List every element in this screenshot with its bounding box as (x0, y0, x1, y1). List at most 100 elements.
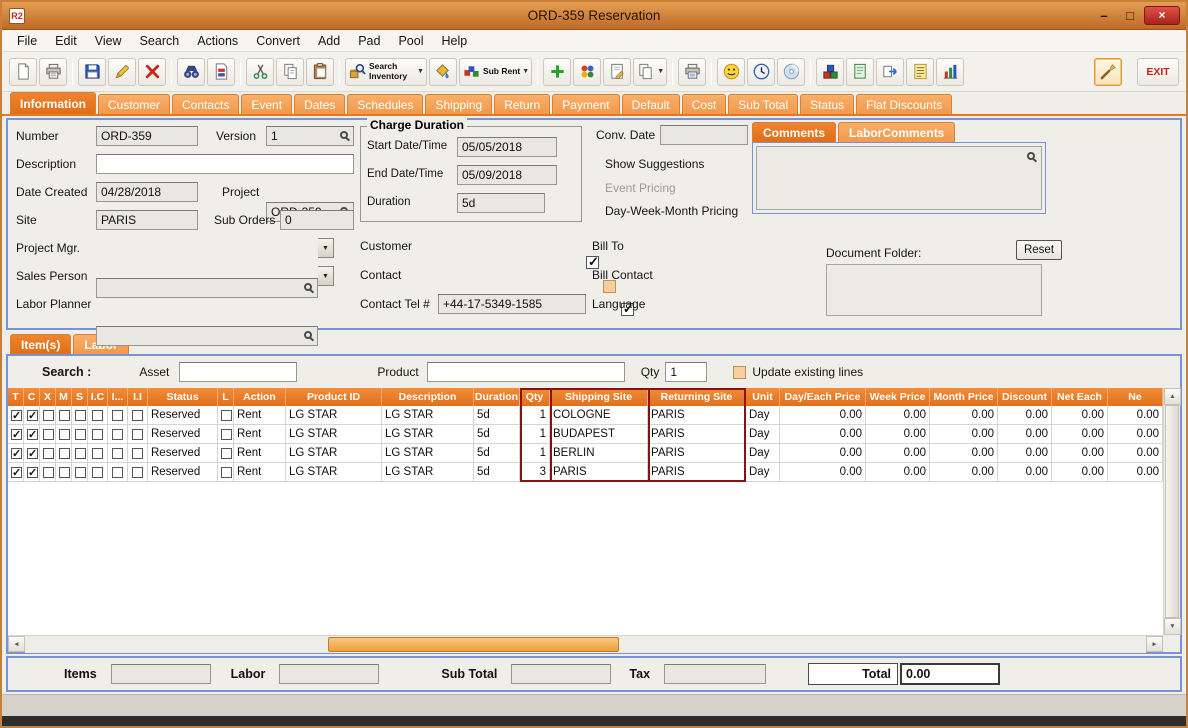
tab-status[interactable]: Status (800, 94, 854, 114)
smiley-face-button[interactable] (717, 58, 745, 86)
search-icon[interactable] (304, 283, 312, 291)
row-checkbox[interactable] (112, 429, 123, 440)
column-header-day-each-price[interactable]: Day/Each Price (780, 388, 866, 406)
column-header-action[interactable]: Action (234, 388, 286, 406)
row-checkbox[interactable] (43, 467, 54, 478)
row-checkbox[interactable] (132, 467, 143, 478)
column-header-ne[interactable]: Ne (1108, 388, 1163, 406)
end-date-field[interactable]: 05/09/2018 (457, 165, 557, 185)
start-date-field[interactable]: 05/05/2018 (457, 137, 557, 157)
search-icon[interactable] (1027, 152, 1035, 160)
column-header-status[interactable]: Status (148, 388, 218, 406)
product-input[interactable] (427, 362, 625, 382)
row-checkbox[interactable] (27, 467, 38, 478)
vertical-scrollbar[interactable]: ▲ ▼ (1163, 388, 1180, 635)
row-checkbox[interactable] (112, 410, 123, 421)
menu-file[interactable]: File (8, 34, 46, 48)
row-checkbox[interactable] (43, 448, 54, 459)
menu-view[interactable]: View (86, 34, 131, 48)
row-checkbox[interactable] (92, 467, 103, 478)
row-checkbox[interactable] (221, 410, 232, 421)
qty-input[interactable]: 1 (665, 362, 707, 382)
close-button[interactable]: × (1144, 6, 1180, 25)
clock-button[interactable] (747, 58, 775, 86)
menu-pad[interactable]: Pad (349, 34, 389, 48)
media-disc-button[interactable] (777, 58, 805, 86)
horizontal-scrollbar[interactable]: ◄ ► (8, 635, 1163, 652)
print-button[interactable] (39, 58, 67, 86)
row-checkbox[interactable] (59, 467, 70, 478)
item-pool-button[interactable] (573, 58, 601, 86)
column-header-qty[interactable]: Qty (520, 388, 550, 406)
row-checkbox[interactable] (43, 410, 54, 421)
menu-search[interactable]: Search (131, 34, 189, 48)
tab-payment[interactable]: Payment (552, 94, 619, 114)
tab-default[interactable]: Default (622, 94, 680, 114)
row-checkbox[interactable] (59, 410, 70, 421)
scroll-up-arrow[interactable]: ▲ (1164, 388, 1181, 405)
vertical-scroll-track[interactable] (1164, 405, 1180, 618)
column-header-description[interactable]: Description (382, 388, 474, 406)
sub-rent-button[interactable]: Sub Rent▼ (459, 58, 532, 86)
table-row[interactable]: ReservedRentLG STARLG STAR5d1COLOGNEPARI… (8, 406, 1163, 425)
menu-help[interactable]: Help (433, 34, 477, 48)
conv-date-field[interactable] (660, 125, 748, 145)
table-row[interactable]: ReservedRentLG STARLG STAR5d1BERLINPARIS… (8, 444, 1163, 463)
new-document-button[interactable] (9, 58, 37, 86)
column-header-month-price[interactable]: Month Price (930, 388, 998, 406)
document-folder-box[interactable] (826, 264, 1042, 316)
row-checkbox[interactable] (92, 429, 103, 440)
row-checkbox[interactable] (221, 467, 232, 478)
reset-button[interactable]: Reset (1016, 240, 1062, 260)
row-checkbox[interactable] (221, 448, 232, 459)
script-list-button[interactable] (906, 58, 934, 86)
print-forms-button[interactable] (678, 58, 706, 86)
export-arrow-button[interactable] (876, 58, 904, 86)
update-existing-lines-checkbox[interactable] (733, 366, 746, 379)
tab-schedules[interactable]: Schedules (347, 94, 423, 114)
column-header-returning-site[interactable]: Returning Site (648, 388, 746, 406)
delete-button[interactable] (138, 58, 166, 86)
tab-cost[interactable]: Cost (682, 94, 727, 114)
column-header-s[interactable]: S (72, 388, 88, 406)
number-field[interactable]: ORD-359 (96, 126, 198, 146)
row-checkbox[interactable] (43, 429, 54, 440)
duration-field[interactable]: 5d (457, 193, 545, 213)
row-checkbox[interactable] (75, 410, 86, 421)
row-checkbox[interactable] (92, 410, 103, 421)
column-header-i[interactable]: I... (108, 388, 128, 406)
maximize-button[interactable]: □ (1118, 8, 1142, 23)
dropdown-arrow-icon[interactable]: ▼ (417, 68, 424, 75)
dropdown-arrow-icon[interactable]: ▼ (522, 68, 529, 75)
tab-event[interactable]: Event (241, 94, 292, 114)
site-field[interactable]: PARIS (96, 210, 198, 230)
row-checkbox[interactable] (27, 410, 38, 421)
row-checkbox[interactable] (11, 429, 22, 440)
cut-button[interactable] (246, 58, 274, 86)
dropdown-arrow-icon[interactable]: ▼ (657, 68, 664, 75)
scroll-left-arrow[interactable]: ◄ (8, 636, 25, 652)
row-checkbox[interactable] (11, 467, 22, 478)
search-icon[interactable] (304, 331, 312, 339)
comments-textarea[interactable] (756, 146, 1042, 210)
description-field[interactable] (96, 154, 354, 174)
column-header-net-each[interactable]: Net Each (1052, 388, 1108, 406)
search-inventory-button[interactable]: Search Inventory▼ (345, 58, 427, 86)
inventory-cubes-button[interactable] (816, 58, 844, 86)
column-header-unit[interactable]: Unit (746, 388, 780, 406)
row-checkbox[interactable] (75, 467, 86, 478)
column-header-shipping-site[interactable]: Shipping Site (550, 388, 648, 406)
row-checkbox[interactable] (112, 467, 123, 478)
tab-return[interactable]: Return (494, 94, 550, 114)
row-checkbox[interactable] (132, 448, 143, 459)
row-checkbox[interactable] (132, 410, 143, 421)
column-header-m[interactable]: M (56, 388, 72, 406)
sub-orders-field[interactable]: 0 (280, 210, 354, 230)
scroll-right-arrow[interactable]: ► (1146, 636, 1163, 652)
column-header-i-i[interactable]: I.I (128, 388, 148, 406)
scroll-down-arrow[interactable]: ▼ (1164, 618, 1181, 635)
table-row[interactable]: ReservedRentLG STARLG STAR5d3PARISPARISD… (8, 463, 1163, 482)
tab-customer[interactable]: Customer (98, 94, 170, 114)
row-checkbox[interactable] (59, 448, 70, 459)
row-checkbox[interactable] (11, 410, 22, 421)
